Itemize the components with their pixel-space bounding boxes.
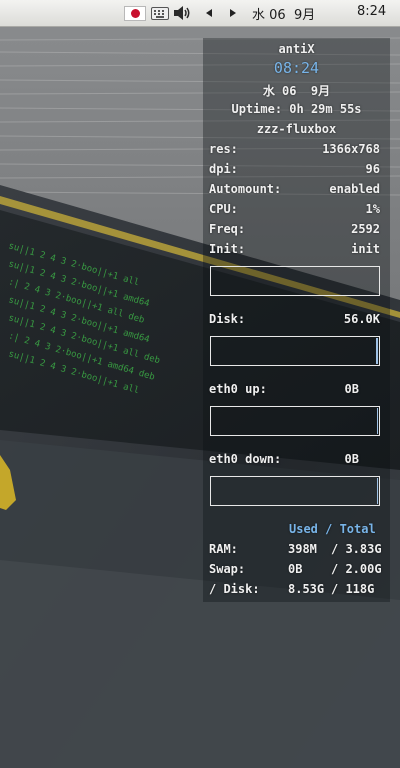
eth0-up-label: eth0 up: xyxy=(209,382,267,396)
stat-label-freq: Freq: xyxy=(209,222,246,236)
disk-graph xyxy=(210,336,380,366)
swap-used: 0B xyxy=(288,562,303,576)
uptime: Uptime: 0h 29m 55s xyxy=(231,102,362,116)
ram-total: / 3.83G xyxy=(331,542,382,556)
eth0-up-graph xyxy=(210,406,380,436)
volume-icon[interactable] xyxy=(172,4,192,22)
cpu-graph xyxy=(210,266,380,296)
previous-button[interactable] xyxy=(200,5,218,21)
stat-label-init: Init: xyxy=(209,242,246,256)
next-button[interactable] xyxy=(224,5,242,21)
conky-time: 08:24 xyxy=(273,59,320,77)
stat-value-freq: 2592 xyxy=(351,222,380,236)
disk-label: Disk: xyxy=(209,312,246,326)
eth0-down-label: eth0 down: xyxy=(209,452,282,466)
stat-label-res: res: xyxy=(209,142,238,156)
eth0-up-value: 0B xyxy=(344,382,359,396)
stat-value-automount: enabled xyxy=(329,182,380,196)
ram-used: 398M xyxy=(288,542,317,556)
stat-value-res: 1366x768 xyxy=(322,142,380,156)
disk-usage-total: / 118G xyxy=(331,582,375,596)
ram-label: RAM: xyxy=(209,542,238,556)
stat-value-init: init xyxy=(351,242,380,256)
stat-label-cpu: CPU: xyxy=(209,202,238,216)
japan-flag-icon[interactable] xyxy=(124,5,146,21)
eth0-down-graph-bar xyxy=(377,478,378,504)
disk-usage-label: / Disk: xyxy=(209,582,260,596)
stat-value-dpi: 96 xyxy=(365,162,380,176)
swap-label: Swap: xyxy=(209,562,246,576)
triangle-left-icon xyxy=(206,9,212,17)
conky-monitor: antiX 08:24 水 06 9月 Uptime: 0h 29m 55s z… xyxy=(203,38,390,602)
hostname: antiX xyxy=(278,42,315,56)
eth0-up-graph-bar xyxy=(377,408,378,434)
eth0-down-graph xyxy=(210,476,380,506)
panel-date[interactable]: 水 06 9月 xyxy=(252,4,315,23)
disk-value: 56.0K xyxy=(343,312,380,326)
conky-date: 水 06 9月 xyxy=(262,84,331,98)
stat-label-dpi: dpi: xyxy=(209,162,238,176)
triangle-right-icon xyxy=(230,9,236,17)
eth0-down-value: 0B xyxy=(344,452,359,466)
top-panel: 水 06 9月 8:24 xyxy=(0,0,400,27)
disk-usage-used: 8.53G xyxy=(288,582,325,596)
swap-total: / 2.00G xyxy=(331,562,382,576)
window-manager: zzz-fluxbox xyxy=(256,122,337,136)
disk-graph-bar xyxy=(376,338,378,364)
stat-value-cpu: 1% xyxy=(365,202,380,216)
panel-clock[interactable]: 8:24 xyxy=(357,4,386,19)
keyboard-icon[interactable] xyxy=(151,6,169,20)
stat-label-automount: Automount: xyxy=(209,182,282,196)
system-tray xyxy=(124,3,192,23)
usage-header: Used / Total xyxy=(289,522,376,536)
